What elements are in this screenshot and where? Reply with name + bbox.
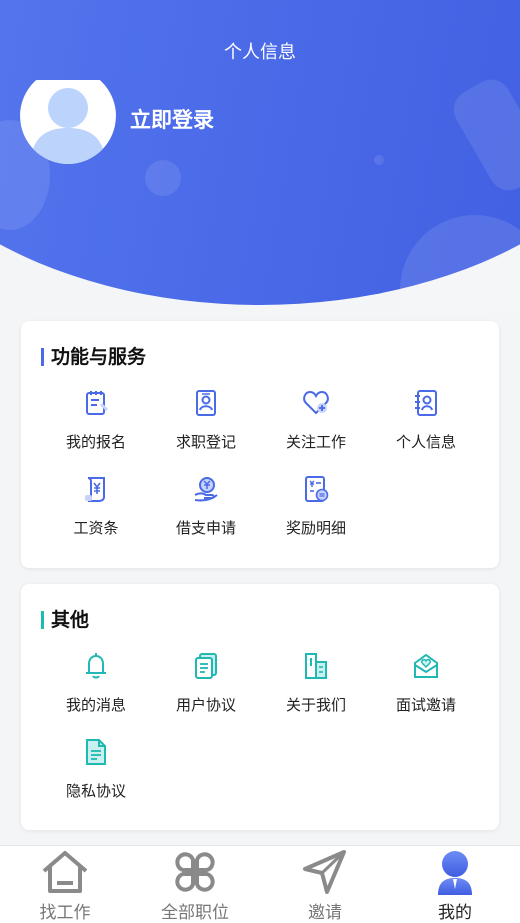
service-label: 借支申请 [175,519,236,537]
clipboard-edit-icon [86,391,108,415]
tab-label: 邀请 [308,903,342,923]
section-accent-bar [41,611,44,629]
service-label: 关注工作 [285,433,346,451]
service-label: 奖励明细 [285,519,346,537]
service-payslip[interactable]: 工资条 [41,469,151,549]
service-label: 个人信息 [395,433,456,451]
decor-bubble [374,155,384,165]
tab-label: 我的 [438,903,472,923]
building-icon [305,653,327,679]
tab-mine[interactable]: 我的 [390,846,520,923]
service-followed-jobs[interactable]: 关注工作 [261,383,371,463]
service-job-registration[interactable]: 求职登记 [151,383,261,463]
hand-coin-icon [194,477,218,502]
document-icon [86,739,106,765]
other-label: 隐私协议 [65,782,126,800]
other-label: 面试邀请 [395,696,456,714]
bell-icon [86,653,106,679]
other-label: 用户协议 [175,696,236,714]
profile-header: 个人信息 立即登录 [0,0,520,310]
others-title: 其他 [41,608,89,632]
services-title-text: 功能与服务 [51,346,147,368]
send-arrow-icon [303,850,346,894]
other-my-messages[interactable]: 我的消息 [41,646,151,726]
salary-scroll-icon [85,477,105,502]
heart-plus-icon [303,390,329,415]
service-label: 求职登记 [175,433,236,451]
house-icon [42,851,88,893]
service-label: 我的报名 [65,433,126,451]
login-button[interactable]: 立即登录 [130,104,214,134]
service-personal-info[interactable]: 个人信息 [371,383,481,463]
other-privacy-policy[interactable]: 隐私协议 [41,732,151,812]
others-title-text: 其他 [51,609,90,631]
tab-find-job[interactable]: 找工作 [0,846,130,923]
service-my-applications[interactable]: 我的报名 [41,383,151,463]
other-user-agreement[interactable]: 用户协议 [151,646,261,726]
service-reward-details[interactable]: 奖励明细 [261,469,371,549]
tab-invite[interactable]: 邀请 [260,846,390,923]
services-title: 功能与服务 [41,345,146,369]
decor-bubble [145,160,181,196]
tab-label: 全部职位 [161,903,229,923]
tab-all-positions[interactable]: 全部职位 [130,846,260,923]
others-card: 其他 我的消息 用户协议 关于我们 面试邀请 隐私协议 [21,584,499,830]
service-advance-application[interactable]: 借支申请 [151,469,261,549]
clover-grid-icon [175,852,215,892]
other-about-us[interactable]: 关于我们 [261,646,371,726]
bottom-tab-bar: 找工作 全部职位 邀请 我的 [0,845,520,923]
page-title: 个人信息 [224,42,296,63]
document-stack-icon [195,653,217,679]
section-accent-bar [41,348,44,366]
id-badge-icon [196,390,216,416]
services-card: 功能与服务 我的报名 求职登记 关注工作 个人信息 工资条 借支申请 奖励明细 [21,321,499,568]
service-label: 工资条 [73,519,119,537]
user-profile-icon [438,851,472,895]
other-interview-invitations[interactable]: 面试邀请 [371,646,481,726]
contact-card-icon [415,390,437,416]
other-label: 关于我们 [285,696,346,714]
other-label: 我的消息 [65,696,126,714]
reward-bill-icon [305,476,329,502]
envelope-heart-icon [414,653,438,678]
tab-label: 找工作 [39,903,91,923]
